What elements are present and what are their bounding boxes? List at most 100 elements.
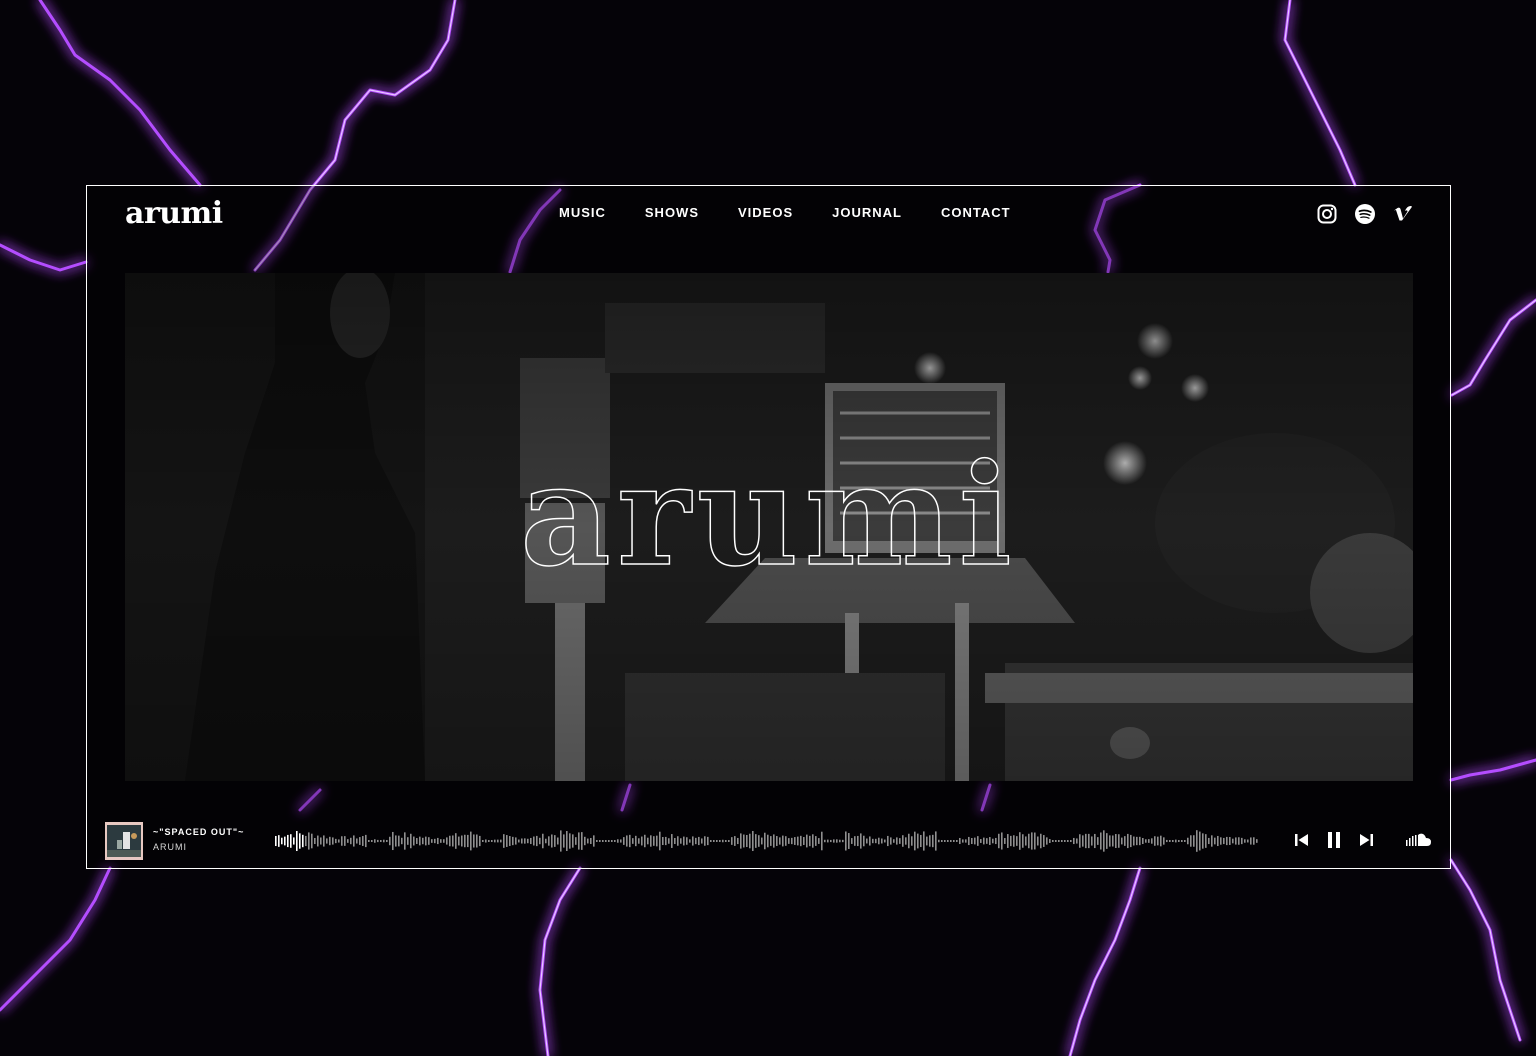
- waveform-bar: [737, 837, 739, 845]
- album-art[interactable]: [105, 822, 143, 860]
- waveform-bar: [698, 836, 700, 846]
- site-logo[interactable]: arumi: [125, 196, 223, 232]
- waveform-bar: [302, 834, 304, 848]
- previous-icon[interactable]: [1293, 830, 1311, 850]
- waveform-bar: [716, 840, 718, 842]
- soundcloud-icon[interactable]: [1406, 832, 1432, 848]
- playback-controls: [1293, 830, 1375, 850]
- waveform-bar: [749, 833, 751, 849]
- waveform-bar: [914, 831, 916, 851]
- waveform-bar: [1220, 837, 1222, 845]
- waveform-bar: [281, 837, 283, 845]
- audio-player: ~"SPACED OUT"~ ARUMI: [105, 820, 1432, 862]
- waveform-seekbar[interactable]: [275, 827, 1261, 855]
- waveform-bar: [1157, 836, 1159, 846]
- waveform-bar: [680, 838, 682, 844]
- waveform-bar: [647, 837, 649, 845]
- waveform-bar: [1025, 836, 1027, 846]
- track-title[interactable]: ~"SPACED OUT"~: [153, 827, 244, 837]
- waveform-bar: [638, 838, 640, 844]
- waveform-bar: [326, 838, 328, 844]
- waveform-bar: [428, 837, 430, 845]
- waveform-bar: [542, 833, 544, 849]
- waveform-bar: [503, 834, 505, 848]
- waveform-bar: [1247, 839, 1249, 843]
- waveform-bar: [1154, 836, 1156, 846]
- track-artist[interactable]: ARUMI: [153, 842, 187, 852]
- waveform-bar: [779, 837, 781, 845]
- waveform-bar: [290, 834, 292, 848]
- waveform-bar: [983, 837, 985, 845]
- waveform-bar: [932, 834, 934, 848]
- pause-icon[interactable]: [1325, 830, 1343, 850]
- waveform-bar: [1244, 839, 1246, 843]
- waveform-bar: [422, 837, 424, 845]
- vimeo-icon[interactable]: [1392, 203, 1414, 225]
- waveform-bar: [629, 834, 631, 848]
- waveform-bar: [1139, 836, 1141, 846]
- waveform-bar: [1130, 834, 1132, 848]
- hero-video[interactable]: arumi: [125, 273, 1413, 781]
- waveform-bar: [413, 836, 415, 846]
- waveform-bar: [578, 832, 580, 850]
- waveform-bar: [446, 837, 448, 845]
- waveform-bar: [950, 840, 952, 842]
- waveform-bar: [353, 835, 355, 847]
- waveform-bar: [1094, 833, 1096, 849]
- waveform-bar: [923, 831, 925, 851]
- nav-videos[interactable]: VIDEOS: [738, 205, 793, 220]
- waveform-bar: [971, 838, 973, 844]
- waveform-bar: [1226, 836, 1228, 846]
- waveform-bar: [614, 840, 616, 842]
- waveform-bar: [1196, 830, 1198, 852]
- waveform-bar: [1031, 832, 1033, 850]
- waveform-bar: [461, 835, 463, 847]
- waveform-bar: [596, 840, 598, 842]
- waveform-bar: [866, 838, 868, 844]
- waveform-bar: [545, 838, 547, 844]
- waveform-bar: [407, 837, 409, 845]
- waveform-bar: [626, 835, 628, 847]
- nav-journal[interactable]: JOURNAL: [832, 205, 902, 220]
- waveform-bar: [386, 839, 388, 843]
- waveform-bar: [911, 836, 913, 846]
- waveform-bar: [722, 839, 724, 843]
- waveform-bar: [431, 839, 433, 843]
- waveform-bar: [986, 838, 988, 844]
- waveform-bar: [929, 835, 931, 847]
- waveform-bar: [1253, 837, 1255, 845]
- nav-music[interactable]: MUSIC: [559, 205, 606, 220]
- waveform-bar: [1019, 832, 1021, 850]
- waveform-bar: [341, 836, 343, 846]
- site-frame: arumi MUSIC SHOWS VIDEOS JOURNAL CONTACT: [86, 185, 1451, 869]
- instagram-icon[interactable]: [1316, 203, 1338, 225]
- waveform-bar: [1250, 837, 1252, 845]
- waveform-bar: [569, 833, 571, 849]
- waveform-bar: [1211, 835, 1213, 847]
- waveform-bar: [419, 836, 421, 846]
- waveform-bar: [1229, 837, 1231, 845]
- waveform-bar: [296, 830, 298, 852]
- waveform-bar: [1001, 832, 1003, 850]
- waveform-bar: [1205, 834, 1207, 848]
- waveform-bar: [467, 834, 469, 848]
- waveform-bar: [560, 830, 562, 852]
- waveform-bar: [707, 836, 709, 846]
- waveform-bar: [1199, 831, 1201, 851]
- waveform-bar: [734, 836, 736, 846]
- spotify-icon[interactable]: [1354, 203, 1376, 225]
- waveform-bar: [557, 837, 559, 845]
- waveform-bar: [602, 840, 604, 842]
- nav-shows[interactable]: SHOWS: [645, 205, 699, 220]
- waveform-bar: [350, 837, 352, 845]
- waveform-bar: [821, 831, 823, 851]
- waveform-bar: [320, 837, 322, 845]
- waveform-bar: [1088, 833, 1090, 849]
- waveform-bar: [1046, 837, 1048, 845]
- nav-contact[interactable]: CONTACT: [941, 205, 1011, 220]
- next-icon[interactable]: [1357, 830, 1375, 850]
- waveform-bar: [1175, 839, 1177, 843]
- waveform-bar: [956, 840, 958, 842]
- waveform-bar: [743, 834, 745, 848]
- waveform-bar: [944, 840, 946, 842]
